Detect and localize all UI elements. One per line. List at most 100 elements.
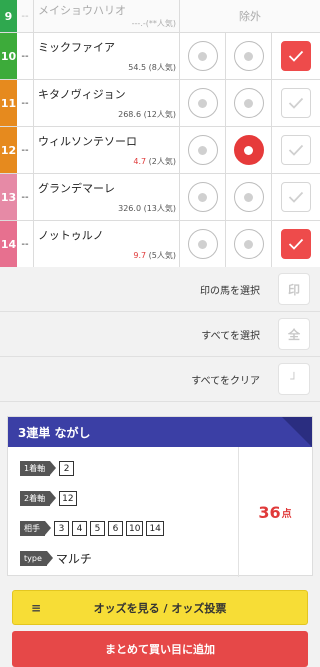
bet-summary-body: 1着軸 2 2着軸 12 相手 3 4 5 6 10 14 type マルチ 36 点 — [8, 447, 312, 577]
axis-radio[interactable] — [187, 229, 218, 259]
horse-number: 10 — [0, 33, 17, 79]
horse-odds: 54.5 (8人気) — [128, 62, 176, 73]
horse-number: 9 — [0, 0, 17, 32]
radio-cell — [180, 221, 226, 267]
odds-value: 9.7 — [133, 251, 147, 260]
odds-value: 4.7 — [133, 157, 147, 166]
exclude-column-header: 除外 — [239, 10, 261, 23]
radio-dot — [198, 51, 207, 61]
horse-mark: -- — [17, 221, 34, 267]
selection-action-label: 印の馬を選択 — [200, 285, 260, 297]
combination-count: 36 点 — [238, 447, 312, 577]
partner-checkbox[interactable] — [281, 88, 311, 118]
radio-dot — [198, 239, 207, 249]
leg-tag: 2着軸 — [20, 491, 57, 506]
check-cell — [272, 174, 320, 220]
header-corner-decoration — [282, 417, 312, 447]
view-odds-button[interactable]: ≡ オッズを見る / オッズ投票 — [12, 590, 308, 625]
bet-leg: 2着軸 12 — [20, 489, 167, 508]
horse-number-box: 12 — [59, 491, 77, 506]
mark-icon[interactable]: 印 — [278, 273, 310, 305]
leg-tag: 相手 — [20, 521, 51, 536]
axis-radio[interactable] — [187, 88, 218, 118]
selection-action-row[interactable]: すべてを選択 全 — [0, 312, 320, 357]
horse-odds: ---.-(**人気) — [131, 19, 176, 28]
add-to-cart-label: まとめて買い目に追加 — [105, 643, 215, 656]
partner-checkbox[interactable] — [281, 135, 311, 165]
selection-action-row[interactable]: すべてをクリア ┘ — [0, 357, 320, 402]
axis-radio[interactable] — [187, 135, 218, 165]
radio-dot — [198, 192, 207, 202]
horse-mark: -- — [17, 33, 34, 79]
radio-cell — [180, 174, 226, 220]
partner-checkbox[interactable] — [281, 182, 311, 212]
horse-number-box: 10 — [126, 521, 144, 536]
odds-value: 326.0 — [118, 204, 142, 213]
type-value: マルチ — [55, 552, 92, 566]
check-cell — [272, 127, 320, 173]
bet-summary-card: 3連単 ながし 1着軸 2 2着軸 12 相手 3 4 5 6 10 14 type マルチ 36 点 — [7, 416, 313, 577]
axis-radio[interactable] — [233, 135, 264, 165]
horse-name: グランデマーレ — [38, 182, 115, 195]
horse-number-box: 5 — [90, 521, 105, 536]
horse-info: ミックファイア 54.5 (8人気) — [34, 33, 180, 79]
check-icon — [288, 94, 304, 113]
horse-row: 10 -- ミックファイア 54.5 (8人気) — [0, 33, 320, 80]
selection-action-label: すべてをクリア — [191, 375, 260, 387]
combination-count-unit: 点 — [281, 508, 292, 520]
horse-mark: -- — [17, 174, 34, 220]
horse-mark: -- — [17, 80, 34, 126]
bet-legs: 1着軸 2 2着軸 12 相手 3 4 5 6 10 14 type マルチ — [20, 459, 167, 568]
horse-list: 9 -- メイショウハリオ ---.-(**人気) 除外 10 -- ミックファ… — [0, 0, 320, 268]
selection-action-label: すべてを選択 — [201, 330, 260, 342]
radio-dot — [198, 145, 207, 155]
horse-odds: 4.7 (2人気) — [133, 156, 176, 167]
clear-icon[interactable]: ┘ — [278, 363, 310, 395]
add-to-cart-button[interactable]: まとめて買い目に追加 — [12, 631, 308, 667]
selection-action-row[interactable]: 印の馬を選択 印 — [0, 267, 320, 312]
horse-name: メイショウハリオ — [38, 4, 126, 17]
axis-radio[interactable] — [233, 88, 264, 118]
axis-radio[interactable] — [233, 41, 264, 71]
axis-radio[interactable] — [233, 182, 264, 212]
all-icon[interactable]: 全 — [278, 318, 310, 350]
horse-name: キタノヴィジョン — [38, 88, 126, 101]
partner-checkbox[interactable] — [281, 41, 311, 71]
horse-odds: 268.6 (12人気) — [118, 109, 176, 120]
horse-odds: 326.0 (13人気) — [118, 203, 176, 214]
radio-cell — [226, 221, 272, 267]
check-icon — [288, 141, 304, 160]
horse-name: ウィルソンテソーロ — [38, 135, 137, 148]
radio-cell — [226, 174, 272, 220]
radio-cell — [180, 80, 226, 126]
horse-info: メイショウハリオ ---.-(**人気) — [34, 0, 180, 32]
horse-number: 14 — [0, 221, 17, 267]
leg-tag: 1着軸 — [20, 461, 57, 476]
bet-leg: 1着軸 2 — [20, 459, 167, 478]
view-odds-label: オッズを見る / オッズ投票 — [93, 601, 227, 615]
horse-name: ノットゥルノ — [38, 229, 104, 242]
axis-radio[interactable] — [187, 182, 218, 212]
horse-row: 9 -- メイショウハリオ ---.-(**人気) 除外 — [0, 0, 320, 33]
bet-type-row: type マルチ — [20, 549, 167, 568]
radio-cell — [226, 127, 272, 173]
horse-name: ミックファイア — [38, 41, 115, 54]
popularity: (2人気) — [148, 157, 176, 166]
radio-cell — [226, 80, 272, 126]
horse-number-box: 2 — [59, 461, 75, 476]
selection-actions: 印の馬を選択 印すべてを選択 全すべてをクリア ┘ — [0, 267, 320, 402]
radio-cell — [226, 33, 272, 79]
partner-checkbox[interactable] — [281, 229, 311, 259]
radio-dot — [198, 98, 207, 108]
check-cell — [272, 80, 320, 126]
horse-info: ノットゥルノ 9.7 (5人気) — [34, 221, 180, 267]
axis-radio[interactable] — [233, 229, 264, 259]
radio-dot — [244, 145, 253, 155]
axis-radio[interactable] — [187, 41, 218, 71]
bet-type-header: 3連単 ながし — [8, 417, 312, 447]
combination-count-value: 36 — [258, 502, 281, 522]
horse-row: 14 -- ノットゥルノ 9.7 (5人気) — [0, 221, 320, 268]
horse-row: 11 -- キタノヴィジョン 268.6 (12人気) — [0, 80, 320, 127]
horse-info: グランデマーレ 326.0 (13人気) — [34, 174, 180, 220]
check-cell — [272, 33, 320, 79]
